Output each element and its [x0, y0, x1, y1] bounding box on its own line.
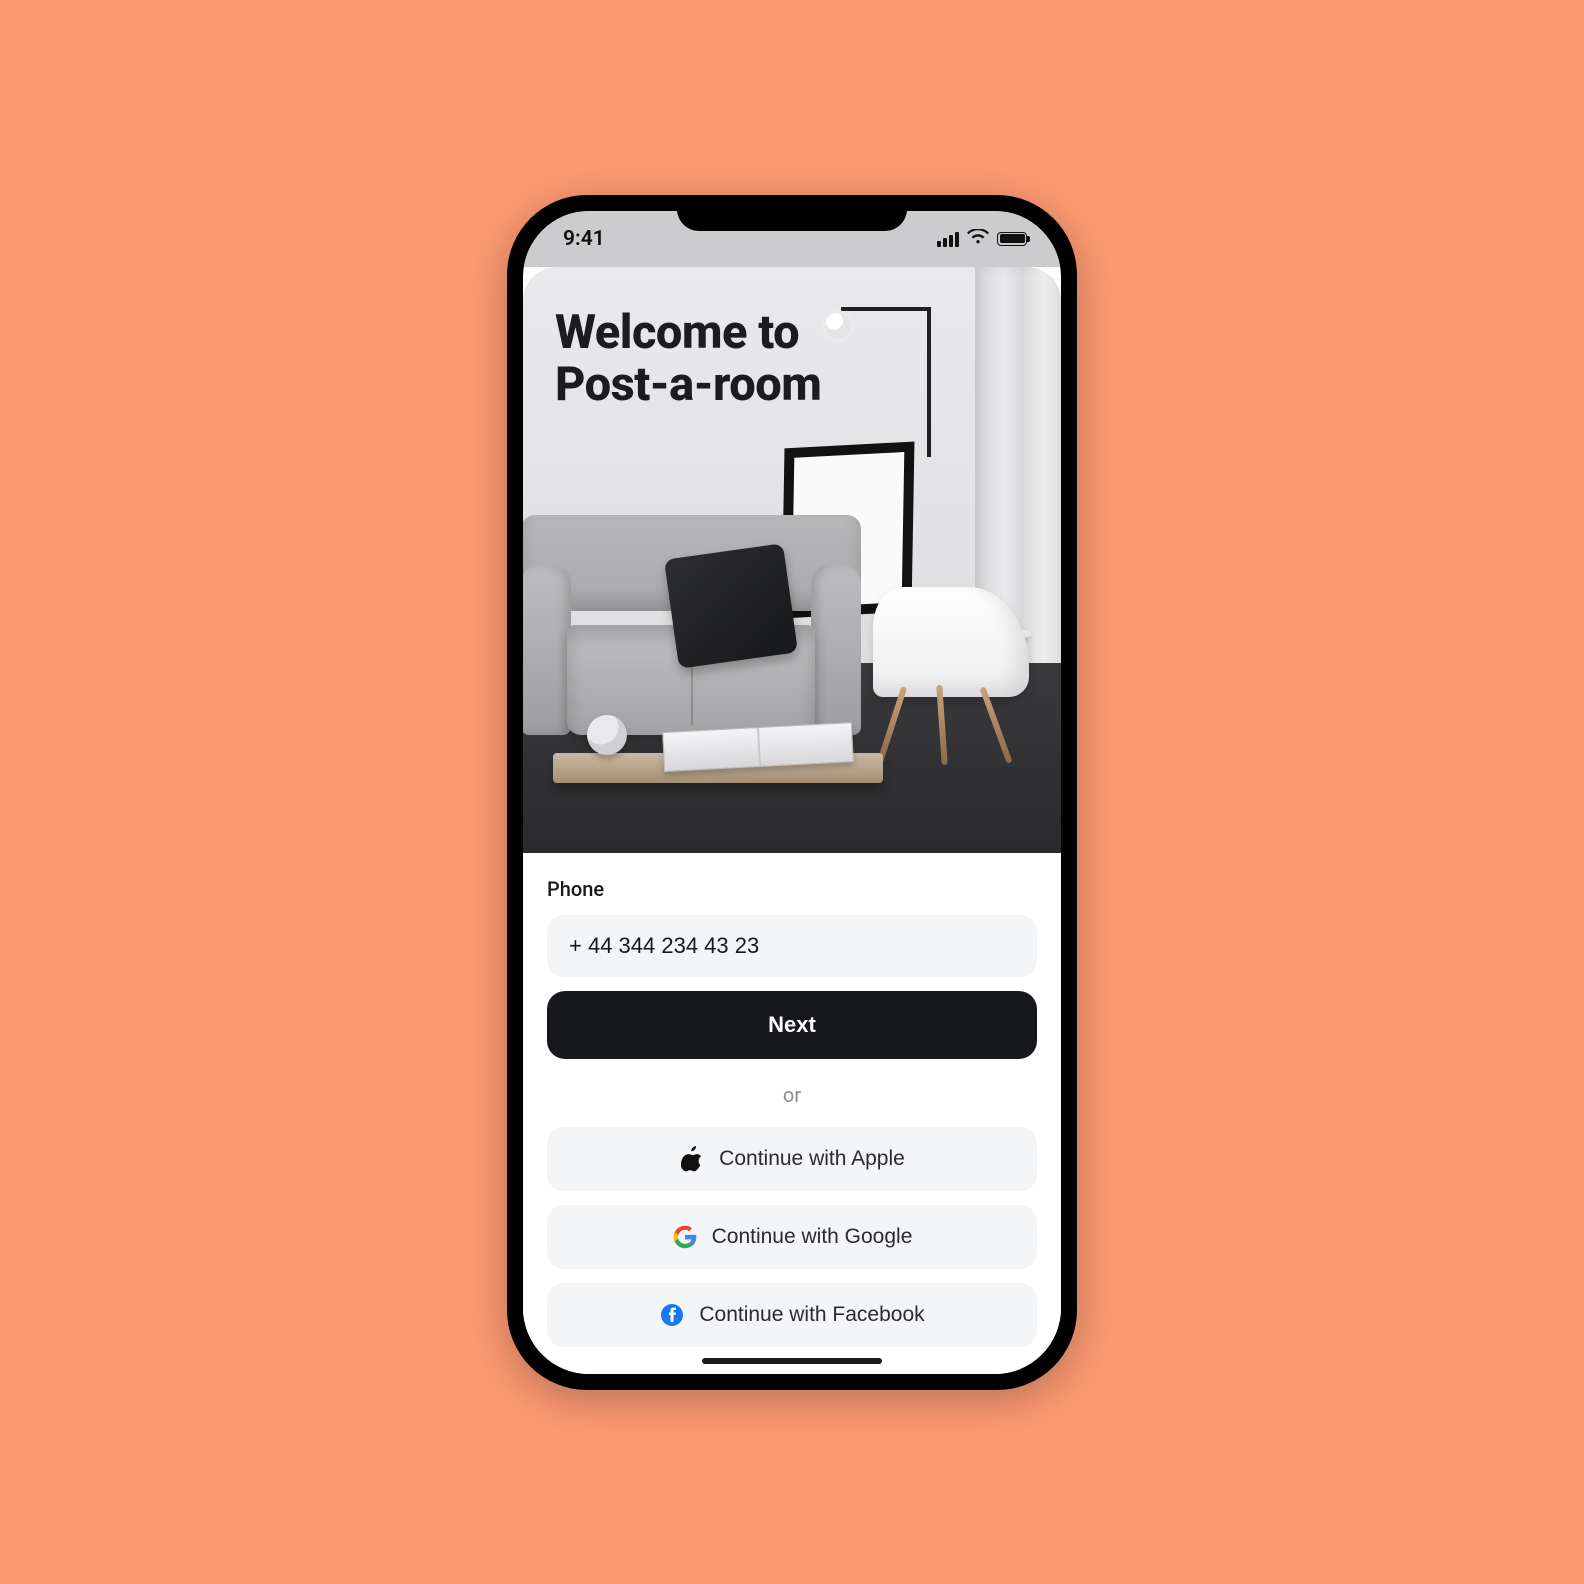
battery-icon	[997, 232, 1027, 246]
status-time: 9:41	[563, 227, 605, 251]
hero-image: Welcome to Post-a-room	[523, 267, 1061, 853]
continue-google-label: Continue with Google	[712, 1225, 913, 1249]
facebook-icon	[659, 1302, 685, 1328]
screen: 9:41	[523, 211, 1061, 1374]
or-separator: or	[547, 1073, 1037, 1113]
login-panel: Phone Next or Continue with Apple	[523, 853, 1061, 1374]
device-notch	[677, 195, 907, 231]
apple-icon	[679, 1146, 705, 1172]
continue-apple-label: Continue with Apple	[719, 1147, 905, 1171]
next-button[interactable]: Next	[547, 991, 1037, 1059]
phone-label: Phone	[547, 877, 1037, 901]
continue-facebook-label: Continue with Facebook	[699, 1303, 924, 1327]
home-indicator	[702, 1358, 882, 1364]
continue-google-button[interactable]: Continue with Google	[547, 1205, 1037, 1269]
page-title: Welcome to Post-a-room	[555, 307, 821, 412]
wifi-icon	[967, 227, 989, 251]
phone-frame: 9:41	[507, 195, 1077, 1390]
status-right	[937, 227, 1027, 251]
continue-apple-button[interactable]: Continue with Apple	[547, 1127, 1037, 1191]
continue-facebook-button[interactable]: Continue with Facebook	[547, 1283, 1037, 1347]
cellular-signal-icon	[937, 231, 959, 247]
phone-field-wrapper[interactable]	[547, 915, 1037, 977]
phone-input[interactable]	[569, 933, 1015, 959]
google-icon	[672, 1224, 698, 1250]
